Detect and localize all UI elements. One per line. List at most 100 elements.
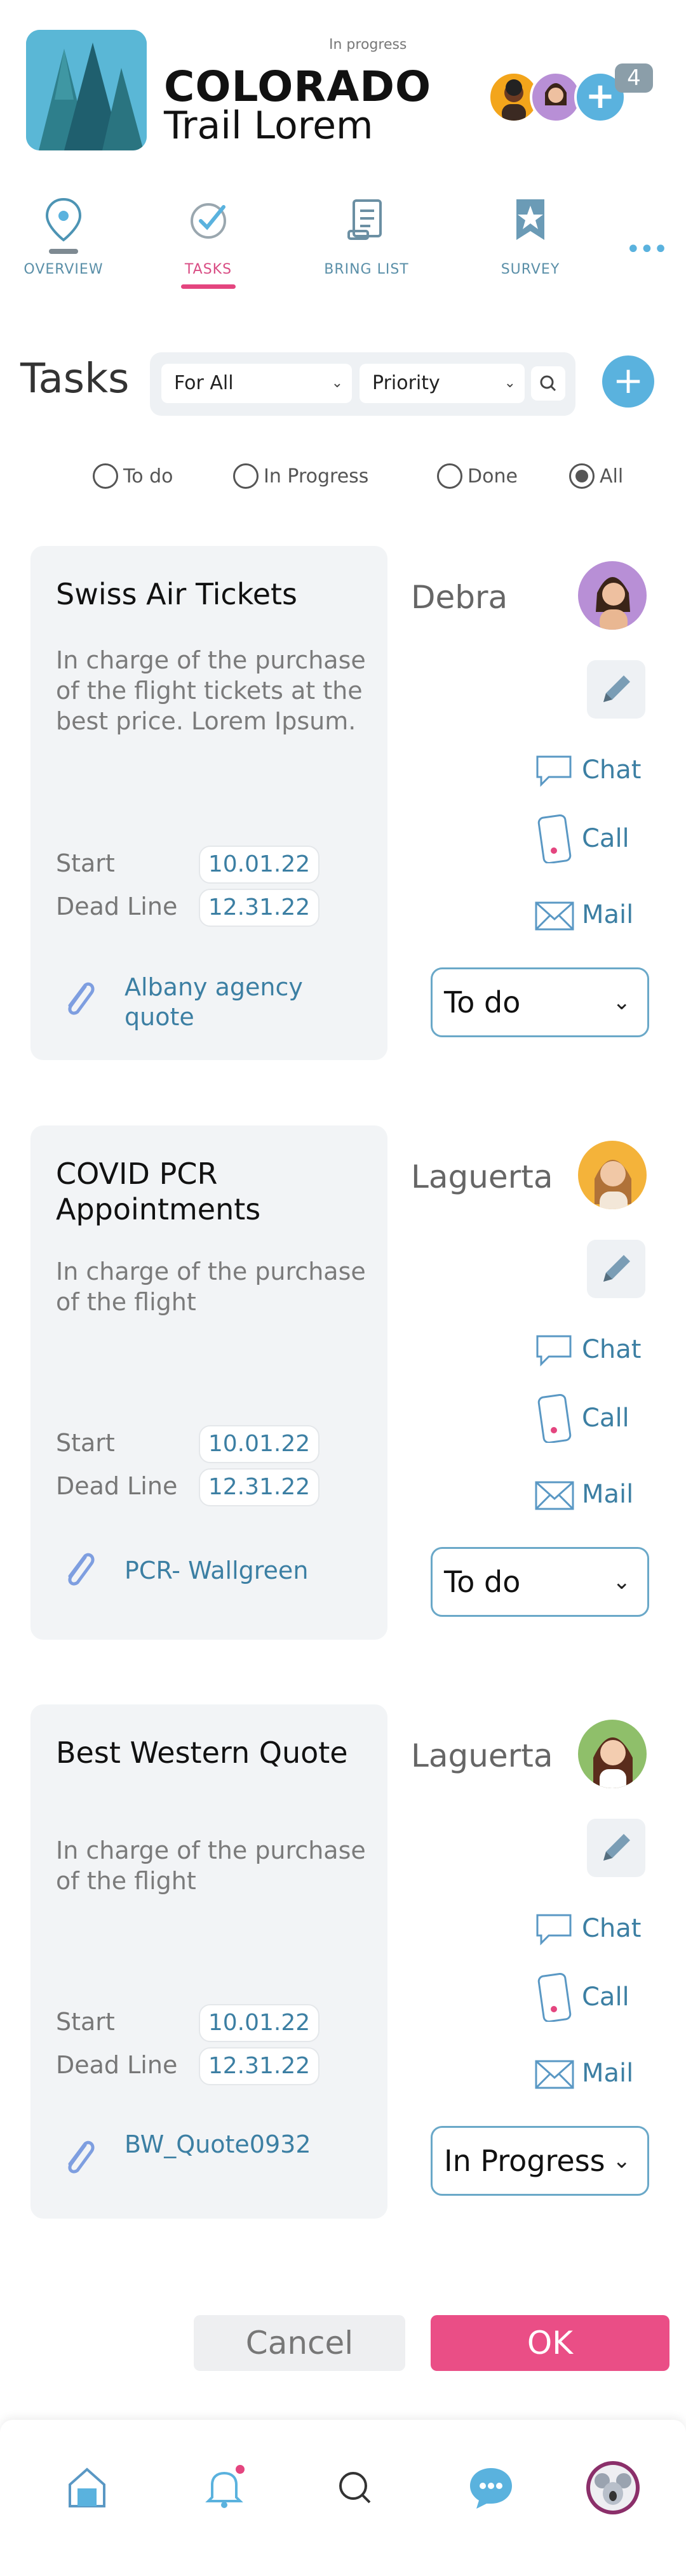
attachment-link[interactable]: Albany agency quote [124,973,366,1032]
tab-label: TASKS [184,262,232,277]
paperclip-icon [68,982,95,1015]
member-count-badge: 4 [615,63,653,93]
edit-task-button[interactable] [587,1240,645,1298]
chat-label: Chat [582,1335,642,1364]
task-title: Swiss Air Tickets [56,577,297,611]
mail-action[interactable]: Mail [532,889,672,939]
task-item: Best Western Quote In charge of the purc… [0,1704,686,2238]
member-avatars[interactable]: + 4 [488,63,678,126]
call-label: Call [582,824,629,853]
assignee-name: Laguerta [411,1737,553,1774]
trip-header: In progress COLORADO Trail Lorem + 4 [0,0,686,171]
task-card[interactable]: Swiss Air Tickets In charge of the purch… [30,546,387,1060]
add-task-button[interactable]: + [602,355,654,408]
tab-tasks[interactable]: TASKS [158,188,259,296]
attachment-link[interactable]: BW_Quote0932 [124,2130,366,2160]
pencil-icon [603,1834,630,1861]
tab-survey[interactable]: SURVEY [480,188,581,296]
cancel-button[interactable]: Cancel [194,2315,405,2371]
chat-icon [536,1914,572,1946]
deadline-date[interactable]: 12.31.22 [199,889,319,927]
deadline-label: Dead Line [56,893,178,920]
star-bookmark-icon [516,199,544,240]
filter-bar: For All ⌄ Priority ⌄ [150,352,575,416]
chevron-down-icon: ⌄ [504,375,516,391]
chat-action[interactable]: Chat [532,1324,672,1374]
paperclip-icon [68,2141,95,2174]
phone-icon [537,1972,572,2022]
chevron-down-icon: ⌄ [612,990,631,1015]
chevron-down-icon: ⌄ [331,375,343,391]
radio-label: All [600,465,624,488]
call-action[interactable]: Call [532,1971,672,2022]
call-action[interactable]: Call [532,1392,672,1443]
search-icon [540,375,556,392]
tab-overview[interactable]: OVERVIEW [13,188,114,296]
mail-label: Mail [582,1480,634,1509]
task-status-select[interactable]: To do ⌄ [431,967,649,1037]
task-card[interactable]: COVID PCR Appointments In charge of the … [30,1125,387,1640]
home-icon[interactable] [58,2459,116,2516]
call-label: Call [582,1982,629,2012]
call-action[interactable]: Call [532,813,672,863]
deadline-label: Dead Line [56,2051,178,2079]
task-status-value: To do [444,1565,521,1599]
chat-label: Chat [582,1914,642,1943]
assignee-name: Debra [411,579,508,616]
assignee-avatar[interactable] [578,1720,647,1788]
bell-icon[interactable] [196,2459,253,2516]
assignee-name: Laguerta [411,1159,553,1195]
deadline-date[interactable]: 12.31.22 [199,2047,319,2085]
priority-filter-select[interactable]: Priority ⌄ [360,364,525,403]
radio-all[interactable]: All [569,457,623,495]
deadline-date[interactable]: 12.31.22 [199,1468,319,1506]
task-item: COVID PCR Appointments In charge of the … [0,1125,686,1659]
radio-to-do[interactable]: To do [93,457,173,495]
ok-button[interactable]: OK [431,2315,669,2371]
edit-task-button[interactable] [587,660,645,719]
chevron-down-icon: ⌄ [612,2148,631,2174]
radio-circle [233,463,259,489]
trip-logo [26,30,147,150]
chat-bubble-icon[interactable] [462,2459,520,2516]
mail-action[interactable]: Mail [532,1468,672,1519]
list-document-icon [347,199,382,240]
edit-task-button[interactable] [587,1819,645,1877]
profile-avatar[interactable] [584,2459,642,2516]
phone-icon [537,1393,572,1443]
task-card[interactable]: Best Western Quote In charge of the purc… [30,1704,387,2219]
section-tabs: OVERVIEW TASKS BRING LIST SURVEY [0,188,686,296]
trip-status: In progress [329,37,407,53]
radio-circle-selected [569,463,595,489]
filter-search-button[interactable] [531,366,565,401]
task-status-value: To do [444,985,521,1019]
tab-bring-list[interactable]: BRING LIST [316,188,417,296]
status-radio-group: To do In Progress Done All [0,457,686,495]
task-item: Swiss Air Tickets In charge of the purch… [0,546,686,1079]
pencil-icon [603,675,630,702]
mail-icon [535,2060,574,2089]
task-status-select[interactable]: In Progress ⌄ [431,2126,649,2196]
assignee-filter-select[interactable]: For All ⌄ [161,364,352,403]
tab-label: BRING LIST [324,262,409,277]
phone-icon [537,814,572,863]
assignee-avatar[interactable] [578,1141,647,1209]
map-pin-icon [45,197,82,242]
attachment-link[interactable]: PCR- Wallgreen [124,1556,366,1586]
call-label: Call [582,1404,629,1433]
radio-done[interactable]: Done [437,457,518,495]
more-tabs-button[interactable]: ••• [626,235,668,264]
chat-action[interactable]: Chat [532,1902,672,1953]
start-date[interactable]: 10.01.22 [199,1425,319,1463]
search-icon[interactable] [326,2459,384,2516]
radio-circle [437,463,462,489]
task-description: In charge of the purchase of the flight [56,1836,366,1895]
task-status-select[interactable]: To do ⌄ [431,1547,649,1617]
mail-action[interactable]: Mail [532,2047,672,2098]
chevron-down-icon: ⌄ [612,1569,631,1595]
start-date[interactable]: 10.01.22 [199,2004,319,2042]
chat-action[interactable]: Chat [532,744,672,795]
start-date[interactable]: 10.01.22 [199,846,319,884]
radio-in-progress[interactable]: In Progress [233,457,368,495]
assignee-avatar[interactable] [578,561,647,630]
